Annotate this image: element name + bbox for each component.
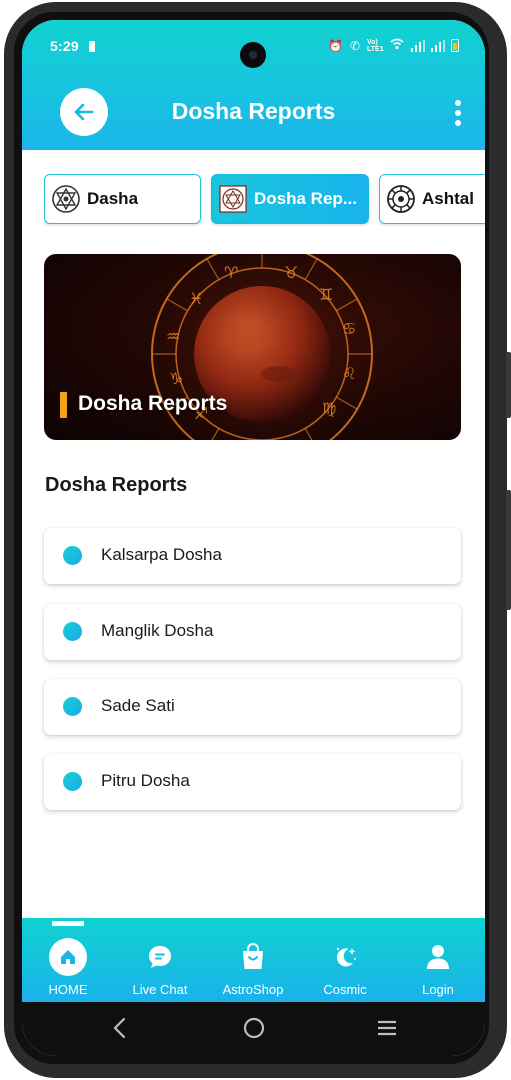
bullet-dot-icon	[63, 697, 82, 716]
nav-label: Login	[422, 982, 454, 997]
bullet-dot-icon	[63, 622, 82, 641]
front-camera	[240, 42, 266, 68]
tab-dasha[interactable]: Dasha	[44, 174, 201, 224]
bullet-dot-icon	[63, 546, 82, 565]
shopping-bag-icon	[234, 938, 272, 976]
chat-icon	[141, 938, 179, 976]
app-header: 5:29 ⏰ ✆ Vo) LTE1 Dosha Reports	[22, 20, 485, 150]
page-title: Dosha Reports	[171, 98, 336, 124]
svg-text:♋: ♋	[342, 319, 356, 338]
report-item-sade-sati[interactable]: Sade Sati	[44, 679, 461, 735]
svg-text:♑: ♑	[169, 369, 183, 388]
svg-text:♊: ♊	[319, 285, 333, 304]
signal-icon	[411, 39, 425, 52]
nav-home[interactable]: HOME	[28, 938, 108, 997]
svg-text:♌: ♌	[342, 364, 356, 383]
nav-label: Cosmic	[323, 982, 367, 997]
nav-label: AstroShop	[222, 982, 284, 997]
active-tab-indicator	[52, 921, 84, 926]
home-nav-icon[interactable]	[242, 1016, 266, 1040]
report-item-kalsarpa[interactable]: Kalsarpa Dosha	[44, 528, 461, 584]
tab-dosha-reports[interactable]: Dosha Rep...	[211, 174, 369, 224]
svg-text:♉: ♉	[284, 263, 298, 282]
nav-live-chat[interactable]: Live Chat	[120, 938, 200, 997]
report-label: Sade Sati	[101, 696, 175, 715]
call-icon: ✆	[349, 38, 360, 53]
report-item-pitru[interactable]: Pitru Dosha	[44, 754, 461, 810]
report-label: Pitru Dosha	[101, 771, 190, 790]
nav-astroshop[interactable]: AstroShop	[213, 938, 293, 997]
report-label: Manglik Dosha	[101, 621, 214, 640]
battery-icon	[451, 39, 459, 52]
app-screen: 5:29 ⏰ ✆ Vo) LTE1 Dosha Reports Dasha Do…	[22, 20, 485, 1056]
network-label: Vo) LTE1	[367, 38, 384, 53]
banner-accent-bar	[60, 392, 67, 418]
banner-title: Dosha Reports	[78, 392, 228, 415]
status-icons: ⏰ ✆ Vo) LTE1	[328, 38, 459, 53]
yantra-icon	[52, 185, 80, 213]
home-icon	[49, 938, 87, 976]
report-label: Kalsarpa Dosha	[101, 545, 222, 564]
status-time: 5:29	[50, 38, 79, 54]
svg-text:♓: ♓	[189, 289, 203, 308]
svg-text:♒: ♒	[166, 327, 180, 346]
signal-icon	[431, 39, 445, 52]
nav-cosmic[interactable]: Cosmic	[305, 938, 385, 997]
tab-label: Dasha	[87, 189, 139, 208]
bullet-dot-icon	[63, 772, 82, 791]
more-options-icon[interactable]	[453, 100, 463, 130]
tab-ashtakavarga[interactable]: Ashtal	[379, 174, 485, 224]
yantra-icon	[219, 185, 247, 213]
alarm-icon: ⏰	[327, 38, 343, 53]
svg-text:♈: ♈	[224, 263, 238, 282]
volume-button	[506, 352, 511, 418]
tab-label: Dosha Rep...	[254, 189, 357, 208]
status-bar: 5:29 ⏰ ✆ Vo) LTE1	[22, 34, 485, 68]
report-item-manglik[interactable]: Manglik Dosha	[44, 604, 461, 660]
back-nav-icon[interactable]	[110, 1016, 130, 1040]
tab-label: Ashtal	[422, 189, 474, 208]
wifi-icon	[390, 38, 404, 53]
battery-saver-icon	[89, 41, 95, 52]
category-tabs: Dasha Dosha Rep... Ashtal	[44, 174, 485, 226]
user-icon	[419, 938, 457, 976]
hero-banner: ♉ ♊ ♋ ♌ ♍ ♈ ♓ ♒ ♑ ♐ Dosha Reports	[44, 254, 461, 440]
nav-login[interactable]: Login	[398, 938, 478, 997]
recent-apps-icon[interactable]	[375, 1016, 399, 1040]
section-title: Dosha Reports	[45, 474, 188, 496]
moon-star-icon	[326, 938, 364, 976]
power-button	[506, 490, 511, 610]
nav-label: Live Chat	[132, 982, 188, 997]
svg-text:♍: ♍	[322, 399, 336, 418]
system-nav-bar	[22, 1002, 485, 1056]
bottom-nav: HOME Live Chat AstroShop Cosmic Login	[22, 918, 485, 1002]
zodiac-wheel-icon	[387, 185, 415, 213]
nav-label: HOME	[48, 982, 88, 997]
